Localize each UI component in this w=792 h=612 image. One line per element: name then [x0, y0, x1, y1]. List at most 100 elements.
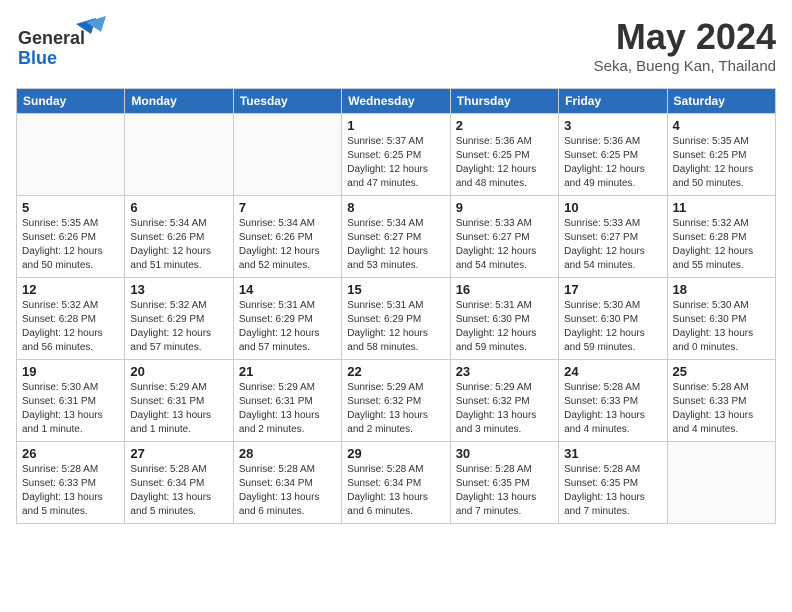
day-number: 11 [673, 200, 770, 215]
calendar-cell: 14 Sunrise: 5:31 AM Sunset: 6:29 PM Dayli… [233, 278, 341, 360]
calendar-cell: 20 Sunrise: 5:29 AM Sunset: 6:31 PM Dayli… [125, 360, 233, 442]
day-info: Sunrise: 5:28 AM Sunset: 6:35 PM Dayligh… [564, 463, 661, 519]
logo-svg: General Blue [16, 16, 106, 71]
day-number: 23 [456, 364, 553, 379]
calendar-table: SundayMondayTuesdayWednesdayThursdayFrid… [16, 88, 776, 524]
day-info: Sunrise: 5:28 AM Sunset: 6:34 PM Dayligh… [239, 463, 336, 519]
calendar-cell: 11Sunrise: 5:32 AM Sunset: 6:28 PM Dayli… [667, 196, 775, 278]
day-info: Sunrise: 5:34 AM Sunset: 6:27 PM Dayligh… [347, 217, 444, 273]
column-header-friday: Friday [559, 89, 667, 114]
day-number: 24 [564, 364, 661, 379]
calendar-cell: 15 Sunrise: 5:31 AM Sunset: 6:29 PM Dayli… [342, 278, 450, 360]
day-info: Sunrise: 5:33 AM Sunset: 6:27 PM Dayligh… [564, 217, 661, 273]
day-number: 19 [22, 364, 119, 379]
page-header: General Blue May 2024 Seka, Bueng Kan, T… [16, 16, 776, 76]
calendar-cell: 24 Sunrise: 5:28 AM Sunset: 6:33 PM Dayli… [559, 360, 667, 442]
calendar-week-5: 26 Sunrise: 5:28 AM Sunset: 6:33 PM Dayli… [17, 442, 776, 524]
day-number: 21 [239, 364, 336, 379]
svg-text:Blue: Blue [18, 48, 57, 68]
day-info: Sunrise: 5:28 AM Sunset: 6:33 PM Dayligh… [673, 381, 770, 437]
day-number: 2 [456, 118, 553, 133]
day-info: Sunrise: 5:28 AM Sunset: 6:33 PM Dayligh… [22, 463, 119, 519]
svg-text:General: General [18, 28, 85, 48]
calendar-week-2: 5 Sunrise: 5:35 AM Sunset: 6:26 PM Daylig… [17, 196, 776, 278]
day-number: 26 [22, 446, 119, 461]
day-number: 22 [347, 364, 444, 379]
day-info: Sunrise: 5:28 AM Sunset: 6:33 PM Dayligh… [564, 381, 661, 437]
day-number: 15 [347, 282, 444, 297]
calendar-cell: 22Sunrise: 5:29 AM Sunset: 6:32 PM Dayli… [342, 360, 450, 442]
calendar-week-3: 12Sunrise: 5:32 AM Sunset: 6:28 PM Dayli… [17, 278, 776, 360]
day-number: 14 [239, 282, 336, 297]
calendar-cell: 16Sunrise: 5:31 AM Sunset: 6:30 PM Dayli… [450, 278, 558, 360]
day-info: Sunrise: 5:32 AM Sunset: 6:29 PM Dayligh… [130, 299, 227, 355]
calendar-cell: 1 Sunrise: 5:37 AM Sunset: 6:25 PM Daylig… [342, 114, 450, 196]
day-info: Sunrise: 5:36 AM Sunset: 6:25 PM Dayligh… [564, 135, 661, 191]
calendar-week-1: 1 Sunrise: 5:37 AM Sunset: 6:25 PM Daylig… [17, 114, 776, 196]
day-number: 6 [130, 200, 227, 215]
calendar-cell: 3 Sunrise: 5:36 AM Sunset: 6:25 PM Daylig… [559, 114, 667, 196]
calendar-week-4: 19 Sunrise: 5:30 AM Sunset: 6:31 PM Dayli… [17, 360, 776, 442]
calendar-cell [125, 114, 233, 196]
day-number: 27 [130, 446, 227, 461]
day-number: 30 [456, 446, 553, 461]
calendar-cell: 2 Sunrise: 5:36 AM Sunset: 6:25 PM Daylig… [450, 114, 558, 196]
day-info: Sunrise: 5:28 AM Sunset: 6:35 PM Dayligh… [456, 463, 553, 519]
day-info: Sunrise: 5:30 AM Sunset: 6:30 PM Dayligh… [564, 299, 661, 355]
column-header-wednesday: Wednesday [342, 89, 450, 114]
title-area: May 2024 Seka, Bueng Kan, Thailand [594, 16, 776, 75]
day-info: Sunrise: 5:30 AM Sunset: 6:30 PM Dayligh… [673, 299, 770, 355]
day-number: 5 [22, 200, 119, 215]
location-subtitle: Seka, Bueng Kan, Thailand [594, 58, 776, 75]
calendar-cell: 12Sunrise: 5:32 AM Sunset: 6:28 PM Dayli… [17, 278, 125, 360]
day-info: Sunrise: 5:31 AM Sunset: 6:29 PM Dayligh… [239, 299, 336, 355]
day-number: 1 [347, 118, 444, 133]
calendar-cell: 18 Sunrise: 5:30 AM Sunset: 6:30 PM Dayli… [667, 278, 775, 360]
calendar-cell: 23 Sunrise: 5:29 AM Sunset: 6:32 PM Dayli… [450, 360, 558, 442]
calendar-cell: 17 Sunrise: 5:30 AM Sunset: 6:30 PM Dayli… [559, 278, 667, 360]
day-number: 10 [564, 200, 661, 215]
calendar-cell: 6 Sunrise: 5:34 AM Sunset: 6:26 PM Daylig… [125, 196, 233, 278]
day-number: 9 [456, 200, 553, 215]
day-number: 31 [564, 446, 661, 461]
day-info: Sunrise: 5:34 AM Sunset: 6:26 PM Dayligh… [130, 217, 227, 273]
month-title: May 2024 [594, 16, 776, 58]
day-number: 17 [564, 282, 661, 297]
day-number: 29 [347, 446, 444, 461]
calendar-cell: 4Sunrise: 5:35 AM Sunset: 6:25 PM Daylig… [667, 114, 775, 196]
calendar-header-row: SundayMondayTuesdayWednesdayThursdayFrid… [17, 89, 776, 114]
day-info: Sunrise: 5:28 AM Sunset: 6:34 PM Dayligh… [347, 463, 444, 519]
day-number: 4 [673, 118, 770, 133]
day-number: 18 [673, 282, 770, 297]
day-info: Sunrise: 5:29 AM Sunset: 6:31 PM Dayligh… [130, 381, 227, 437]
calendar-cell: 8 Sunrise: 5:34 AM Sunset: 6:27 PM Daylig… [342, 196, 450, 278]
day-info: Sunrise: 5:37 AM Sunset: 6:25 PM Dayligh… [347, 135, 444, 191]
day-info: Sunrise: 5:28 AM Sunset: 6:34 PM Dayligh… [130, 463, 227, 519]
day-info: Sunrise: 5:29 AM Sunset: 6:32 PM Dayligh… [456, 381, 553, 437]
calendar-cell: 31 Sunrise: 5:28 AM Sunset: 6:35 PM Dayli… [559, 442, 667, 524]
day-info: Sunrise: 5:30 AM Sunset: 6:31 PM Dayligh… [22, 381, 119, 437]
day-number: 25 [673, 364, 770, 379]
day-info: Sunrise: 5:36 AM Sunset: 6:25 PM Dayligh… [456, 135, 553, 191]
day-info: Sunrise: 5:33 AM Sunset: 6:27 PM Dayligh… [456, 217, 553, 273]
day-info: Sunrise: 5:31 AM Sunset: 6:29 PM Dayligh… [347, 299, 444, 355]
logo: General Blue [16, 16, 106, 76]
day-number: 8 [347, 200, 444, 215]
day-info: Sunrise: 5:31 AM Sunset: 6:30 PM Dayligh… [456, 299, 553, 355]
column-header-tuesday: Tuesday [233, 89, 341, 114]
day-number: 20 [130, 364, 227, 379]
day-number: 28 [239, 446, 336, 461]
day-number: 7 [239, 200, 336, 215]
calendar-cell: 28 Sunrise: 5:28 AM Sunset: 6:34 PM Dayli… [233, 442, 341, 524]
day-number: 3 [564, 118, 661, 133]
day-info: Sunrise: 5:34 AM Sunset: 6:26 PM Dayligh… [239, 217, 336, 273]
day-info: Sunrise: 5:35 AM Sunset: 6:26 PM Dayligh… [22, 217, 119, 273]
day-info: Sunrise: 5:29 AM Sunset: 6:31 PM Dayligh… [239, 381, 336, 437]
calendar-cell: 9 Sunrise: 5:33 AM Sunset: 6:27 PM Daylig… [450, 196, 558, 278]
calendar-cell [233, 114, 341, 196]
column-header-sunday: Sunday [17, 89, 125, 114]
calendar-cell: 5 Sunrise: 5:35 AM Sunset: 6:26 PM Daylig… [17, 196, 125, 278]
day-number: 13 [130, 282, 227, 297]
calendar-cell: 10 Sunrise: 5:33 AM Sunset: 6:27 PM Dayli… [559, 196, 667, 278]
calendar-cell: 7 Sunrise: 5:34 AM Sunset: 6:26 PM Daylig… [233, 196, 341, 278]
